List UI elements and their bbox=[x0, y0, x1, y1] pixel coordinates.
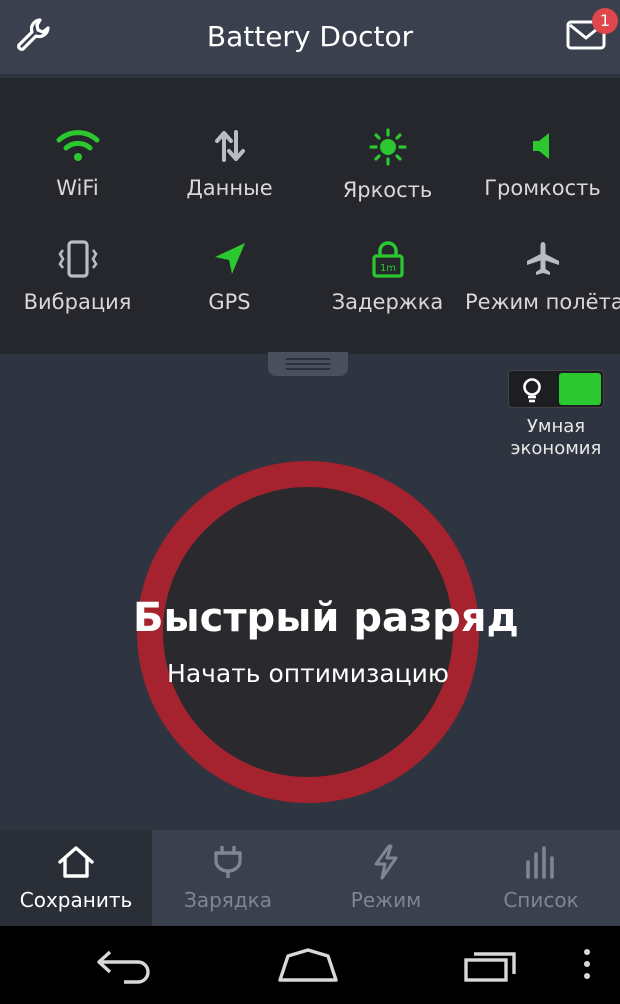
tab-list[interactable]: Список bbox=[465, 830, 617, 926]
toggle-vibration[interactable]: Вибрация bbox=[0, 240, 155, 350]
optimize-button[interactable]: Быстрый разряд Начать оптимизацию bbox=[133, 461, 519, 803]
bottom-tab-bar: Сохранить Зарядка Режим Список bbox=[0, 830, 620, 926]
tab-save[interactable]: Сохранить bbox=[0, 830, 152, 926]
wifi-icon bbox=[56, 130, 99, 161]
gps-icon bbox=[214, 243, 245, 274]
toggle-label-wifi: WiFi bbox=[56, 176, 99, 200]
tab-label-charging: Зарядка bbox=[184, 888, 272, 912]
airplane-icon bbox=[526, 242, 559, 275]
lightning-icon bbox=[374, 844, 398, 880]
quick-toggles-panel: WiFi Данные Яркость Громкость Вибрация G… bbox=[0, 78, 620, 354]
toggle-airplane[interactable]: Режим полёта bbox=[465, 240, 620, 350]
toggle-label-timeout: Задержка bbox=[331, 290, 444, 314]
toggle-data[interactable]: Данные bbox=[152, 128, 307, 238]
bars-icon bbox=[526, 846, 554, 879]
system-nav-bar bbox=[0, 926, 620, 1004]
home-nav-icon[interactable] bbox=[276, 946, 340, 984]
smart-saving-label: Умная экономия bbox=[494, 416, 618, 460]
toggle-label-volume: Громкость bbox=[484, 176, 601, 200]
lightbulb-icon bbox=[523, 378, 541, 403]
toggle-volume[interactable]: Громкость bbox=[465, 128, 620, 238]
toggle-label-gps: GPS bbox=[208, 290, 251, 314]
switch-knob bbox=[559, 373, 601, 405]
toggle-lock-timeout[interactable]: 1m Задержка bbox=[310, 240, 465, 350]
data-transfer-icon bbox=[214, 130, 245, 162]
toggle-wifi[interactable]: WiFi bbox=[0, 128, 155, 238]
toggle-brightness[interactable]: Яркость bbox=[310, 128, 465, 238]
smart-saving-label-line1: Умная bbox=[526, 416, 586, 437]
tab-charging[interactable]: Зарядка bbox=[152, 830, 304, 926]
plug-icon bbox=[214, 846, 242, 878]
lock-timeout-icon: 1m bbox=[371, 241, 404, 278]
smart-saving-label-line2: экономия bbox=[510, 438, 602, 459]
menu-dots-icon[interactable] bbox=[580, 946, 594, 984]
tab-label-mode: Режим bbox=[350, 888, 422, 912]
toggle-label-brightness: Яркость bbox=[342, 178, 433, 202]
recents-icon[interactable] bbox=[462, 946, 522, 984]
toggle-label-data: Данные bbox=[186, 176, 273, 200]
toggle-gps[interactable]: GPS bbox=[152, 240, 307, 350]
optimize-action-text: Начать оптимизацию bbox=[167, 659, 449, 688]
home-icon bbox=[58, 846, 94, 878]
vibration-icon bbox=[57, 240, 98, 278]
toggle-label-vibration: Вибрация bbox=[23, 290, 132, 314]
app-header: Battery Doctor 1 bbox=[0, 0, 620, 76]
back-icon[interactable] bbox=[94, 946, 154, 984]
notification-badge: 1 bbox=[592, 8, 618, 34]
tab-label-list: Список bbox=[503, 888, 579, 912]
brightness-icon bbox=[368, 128, 407, 166]
volume-icon bbox=[532, 133, 549, 159]
toggle-label-airplane: Режим полёта bbox=[465, 290, 620, 314]
status-title: Быстрый разряд bbox=[133, 595, 519, 641]
panel-drag-handle[interactable] bbox=[268, 352, 348, 376]
app-title: Battery Doctor bbox=[206, 20, 414, 53]
tab-mode[interactable]: Режим bbox=[310, 830, 462, 926]
lock-timeout-value: 1m bbox=[379, 263, 395, 274]
smart-saving-switch[interactable] bbox=[508, 370, 604, 408]
tab-label-save: Сохранить bbox=[19, 888, 133, 912]
